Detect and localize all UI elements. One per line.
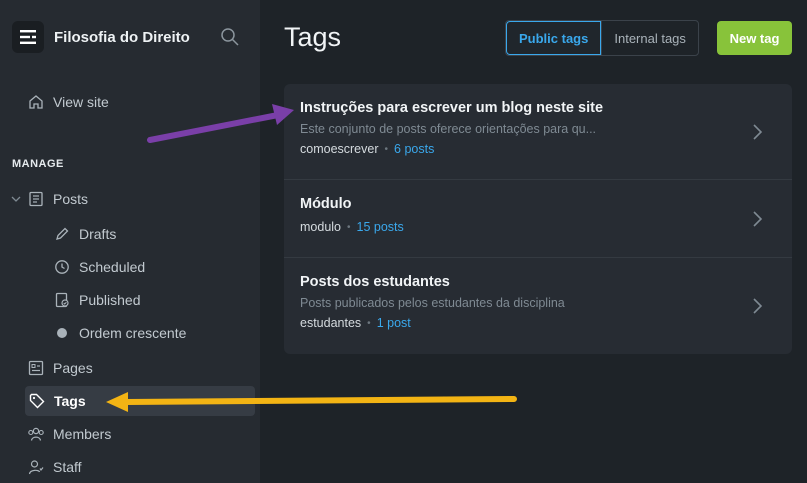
tab-public-tags[interactable]: Public tags xyxy=(506,21,602,55)
tab-internal-tags[interactable]: Internal tags xyxy=(601,21,698,55)
sidebar-item-label: Drafts xyxy=(79,226,117,242)
tag-post-count[interactable]: 15 posts xyxy=(357,220,404,234)
main-content: Tags Public tags Internal tags New tag I… xyxy=(260,0,807,483)
section-label-manage: MANAGE xyxy=(12,158,64,170)
tag-meta: comoescrever • 6 posts xyxy=(300,142,776,156)
sidebar-item-label: Scheduled xyxy=(79,259,146,275)
separator-dot: • xyxy=(384,143,389,155)
pages-icon xyxy=(27,359,45,377)
sidebar-item-view-site[interactable]: View site xyxy=(27,87,109,117)
sidebar-item-posts[interactable]: Posts xyxy=(10,184,88,214)
separator-dot: • xyxy=(347,221,351,233)
site-logo-icon xyxy=(12,21,44,53)
tag-slug: comoescrever xyxy=(300,142,379,156)
sidebar-item-drafts[interactable]: Drafts xyxy=(53,219,116,249)
sidebar-item-members[interactable]: Members xyxy=(27,419,111,449)
tag-post-count[interactable]: 1 post xyxy=(377,316,411,330)
sidebar-item-published[interactable]: Published xyxy=(53,285,141,315)
tag-slug: modulo xyxy=(300,220,341,234)
clock-icon xyxy=(53,258,71,276)
tag-name: Módulo xyxy=(300,196,352,212)
sidebar-item-ordem-crescente[interactable]: Ordem crescente xyxy=(53,318,186,348)
published-icon xyxy=(53,291,71,309)
sidebar-item-label: Posts xyxy=(53,191,89,207)
sidebar-item-label: Ordem crescente xyxy=(79,325,187,341)
sidebar-item-staff[interactable]: Staff xyxy=(27,452,82,482)
tag-name: Posts dos estudantes xyxy=(300,274,450,290)
chevron-right-icon xyxy=(753,123,763,140)
sidebar-item-tags[interactable]: Tags xyxy=(25,386,255,416)
tag-type-toggle: Public tags Internal tags xyxy=(505,20,699,56)
chevron-right-icon xyxy=(753,210,763,227)
home-icon xyxy=(27,93,45,111)
tag-row[interactable]: Instruções para escrever um blog neste s… xyxy=(284,84,792,180)
sidebar-item-label: Pages xyxy=(53,360,93,376)
page-title: Tags xyxy=(284,22,342,52)
tag-description: Posts publicados pelos estudantes da dis… xyxy=(300,296,565,310)
posts-icon xyxy=(27,190,45,208)
tag-post-count[interactable]: 6 posts xyxy=(394,142,434,156)
tag-row[interactable]: Posts dos estudantes Posts publicados pe… xyxy=(284,258,792,354)
sidebar-item-scheduled[interactable]: Scheduled xyxy=(53,252,145,282)
brand[interactable]: Filosofia do Direito xyxy=(12,21,190,53)
members-icon xyxy=(27,425,45,443)
tag-meta: modulo • 15 posts xyxy=(300,220,776,234)
dot-icon xyxy=(53,324,71,342)
separator-dot: • xyxy=(367,317,371,329)
tag-row[interactable]: Módulo modulo • 15 posts xyxy=(284,180,792,258)
pencil-icon xyxy=(53,225,71,243)
search-icon[interactable] xyxy=(220,27,240,47)
sidebar-item-label: Tags xyxy=(54,393,86,409)
chevron-right-icon xyxy=(753,298,763,314)
chevron-down-icon[interactable] xyxy=(10,190,22,208)
sidebar: Filosofia do Direito View site MANAGE Po… xyxy=(0,0,260,483)
tag-meta: estudantes • 1 post xyxy=(300,316,776,330)
sidebar-item-label: Members xyxy=(53,426,112,442)
tag-slug: estudantes xyxy=(300,316,362,330)
tag-icon xyxy=(28,392,46,410)
sidebar-item-label: Staff xyxy=(53,459,82,475)
tag-description: Este conjunto de posts oferece orientaçõ… xyxy=(300,122,597,136)
staff-icon xyxy=(27,458,45,476)
sidebar-item-label: View site xyxy=(53,94,109,110)
site-title: Filosofia do Direito xyxy=(54,28,190,46)
sidebar-item-pages[interactable]: Pages xyxy=(27,353,93,383)
tag-name: Instruções para escrever um blog neste s… xyxy=(300,100,604,116)
new-tag-button[interactable]: New tag xyxy=(717,21,792,55)
tag-list: Instruções para escrever um blog neste s… xyxy=(284,84,792,354)
sidebar-item-label: Published xyxy=(79,292,141,308)
